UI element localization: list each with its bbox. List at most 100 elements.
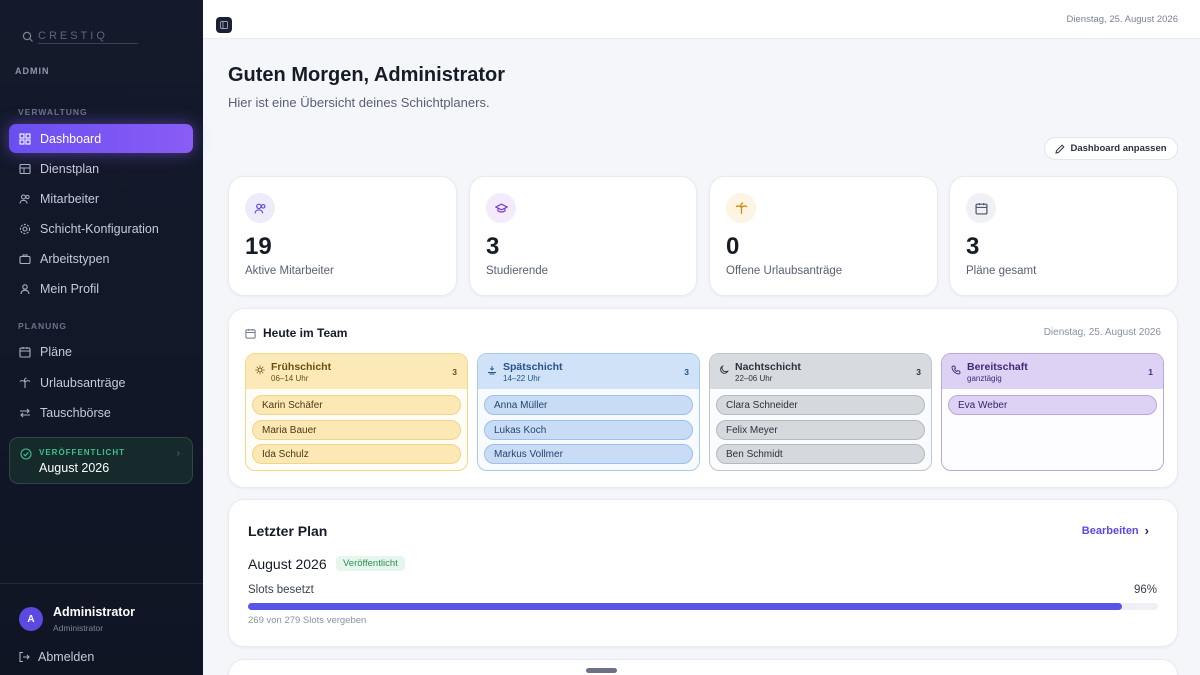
user-icon <box>20 283 30 294</box>
logout-button[interactable]: Abmelden <box>18 650 94 664</box>
shift-name: Frühschicht <box>271 361 332 373</box>
graduation-cap-icon <box>486 193 516 223</box>
shift-name: Spätschicht <box>503 361 563 373</box>
stat-value: 19 <box>245 233 272 260</box>
person-pill[interactable]: Maria Bauer <box>252 420 461 440</box>
shift-column-standby: Bereitschaft ganztägig 1 Eva Weber <box>941 353 1164 471</box>
person-pill[interactable]: Ben Schmidt <box>716 444 925 464</box>
sidebar-item-mein-profil[interactable]: Mein Profil <box>9 274 193 303</box>
stat-label: Studierende <box>486 265 549 277</box>
logout-label: Abmelden <box>38 650 95 664</box>
grid-icon <box>19 132 31 145</box>
team-today-card: Heute im Team Dienstag, 25. August 2026 … <box>228 308 1178 488</box>
logo-text: CRESTIQ <box>38 30 138 44</box>
sidebar-item-label: Schicht-Konfiguration <box>40 221 159 236</box>
stat-card-plans-total[interactable]: 3 Pläne gesamt <box>949 176 1178 296</box>
sunset-icon <box>488 366 496 375</box>
sidebar-item-urlaubsantraege[interactable]: Urlaubsanträge <box>9 368 193 397</box>
edit-plan-link[interactable]: Bearbeiten › <box>1082 523 1149 538</box>
users-icon <box>245 193 275 223</box>
chevron-right-icon: › <box>1144 523 1149 538</box>
gear-icon <box>19 223 31 234</box>
person-pill[interactable]: Karin Schäfer <box>252 395 461 415</box>
team-today-title: Heute im Team <box>245 326 347 340</box>
logout-icon <box>19 651 30 663</box>
person-pill[interactable]: Anna Müller <box>484 395 693 415</box>
shift-name: Bereitschaft <box>967 361 1028 373</box>
stat-card-open-leave-requests[interactable]: 0 Offene Urlaubsanträge <box>709 176 938 296</box>
divider <box>0 583 203 584</box>
person-pill[interactable]: Eva Weber <box>948 395 1157 415</box>
sidebar-item-mitarbeiter[interactable]: Mitarbeiter <box>9 184 193 213</box>
stat-card-students[interactable]: 3 Studierende <box>469 176 697 296</box>
person-pill[interactable]: Lukas Koch <box>484 420 693 440</box>
shift-time: ganztägig <box>967 374 1002 383</box>
next-card <box>228 659 1178 675</box>
person-pill[interactable]: Markus Vollmer <box>484 444 693 464</box>
status-badge: Veröffentlicht <box>336 556 405 571</box>
stat-label: Offene Urlaubsanträge <box>726 265 843 277</box>
sidebar-item-label: Dashboard <box>40 131 102 146</box>
shift-count: 3 <box>452 367 457 377</box>
logo: CRESTIQ <box>22 30 138 44</box>
team-title-label: Heute im Team <box>263 326 348 340</box>
shift-count: 1 <box>1148 367 1153 377</box>
sidebar-item-arbeitstypen[interactable]: Arbeitstypen <box>9 244 193 273</box>
sidebar-item-tauschboerse[interactable]: Tauschbörse <box>9 398 193 427</box>
shift-time: 14–22 Uhr <box>503 374 541 383</box>
shift-column-night: Nachtschicht 22–06 Uhr 3 Clara Schneider… <box>709 353 932 471</box>
shift-header: Bereitschaft ganztägig 1 <box>942 354 1163 389</box>
scroll-indicator[interactable] <box>586 668 617 673</box>
table-icon <box>19 163 31 174</box>
sidebar: CRESTIQ ADMIN VERWALTUNG Dashboard Diens… <box>0 0 203 675</box>
swap-icon <box>20 408 30 417</box>
shift-header: Nachtschicht 22–06 Uhr 3 <box>710 354 931 389</box>
user-role: Administrator <box>53 623 104 633</box>
panel-icon <box>220 21 228 29</box>
sidebar-item-dienstplan[interactable]: Dienstplan <box>9 154 193 183</box>
avatar[interactable]: A <box>19 607 43 631</box>
stat-label: Aktive Mitarbeiter <box>245 265 334 277</box>
stat-card-active-employees[interactable]: 19 Aktive Mitarbeiter <box>228 176 457 296</box>
published-plan-card[interactable]: VERÖFFENTLICHT August 2026 › <box>9 437 193 484</box>
stat-value: 3 <box>966 233 980 260</box>
role-label: ADMIN <box>15 66 50 76</box>
section-planung: PLANUNG <box>18 321 68 331</box>
person-pill[interactable]: Clara Schneider <box>716 395 925 415</box>
slots-label: Slots besetzt <box>248 584 314 596</box>
sidebar-item-schicht-konfiguration[interactable]: Schicht-Konfiguration <box>9 214 193 243</box>
calendar-icon <box>19 346 31 358</box>
moon-icon <box>720 365 729 374</box>
pencil-icon <box>1055 143 1065 154</box>
sidebar-item-label: Tauschbörse <box>40 405 111 420</box>
plan-month: August 2026 <box>248 556 327 572</box>
stat-value: 3 <box>486 233 500 260</box>
shift-column-late: Spätschicht 14–22 Uhr 3 Anna Müller Luka… <box>477 353 700 471</box>
customize-dashboard-button[interactable]: Dashboard anpassen <box>1044 137 1178 160</box>
stat-label: Pläne gesamt <box>966 265 1037 277</box>
published-label: VERÖFFENTLICHT <box>39 448 125 457</box>
published-month: August 2026 <box>39 461 110 475</box>
page-subtitle: Hier ist eine Übersicht deines Schichtpl… <box>228 95 490 110</box>
sidebar-item-dashboard[interactable]: Dashboard <box>9 124 193 153</box>
edit-label: Bearbeiten <box>1081 524 1139 537</box>
sidebar-toggle-button[interactable] <box>216 17 232 33</box>
slots-percent: 96% <box>1133 584 1157 596</box>
sidebar-item-label: Mein Profil <box>40 281 100 296</box>
shift-time: 06–14 Uhr <box>271 374 309 383</box>
person-pill[interactable]: Ida Schulz <box>252 444 461 464</box>
palm-icon <box>726 193 756 223</box>
calendar-icon <box>966 193 996 223</box>
shift-column-early: Frühschicht 06–14 Uhr 3 Karin Schäfer Ma… <box>245 353 468 471</box>
sidebar-item-plaene[interactable]: Pläne <box>9 337 193 366</box>
team-date: Dienstag, 25. August 2026 <box>1043 327 1161 338</box>
shift-header: Spätschicht 14–22 Uhr 3 <box>478 354 699 389</box>
shift-time: 22–06 Uhr <box>735 374 773 383</box>
last-plan-title: Letzter Plan <box>248 523 328 539</box>
person-pill[interactable]: Felix Meyer <box>716 420 925 440</box>
section-verwaltung: VERWALTUNG <box>18 107 88 117</box>
shift-count: 3 <box>916 367 921 377</box>
palm-icon <box>19 376 31 388</box>
page-title: Guten Morgen, Administrator <box>228 64 506 86</box>
user-name: Administrator <box>53 605 135 619</box>
